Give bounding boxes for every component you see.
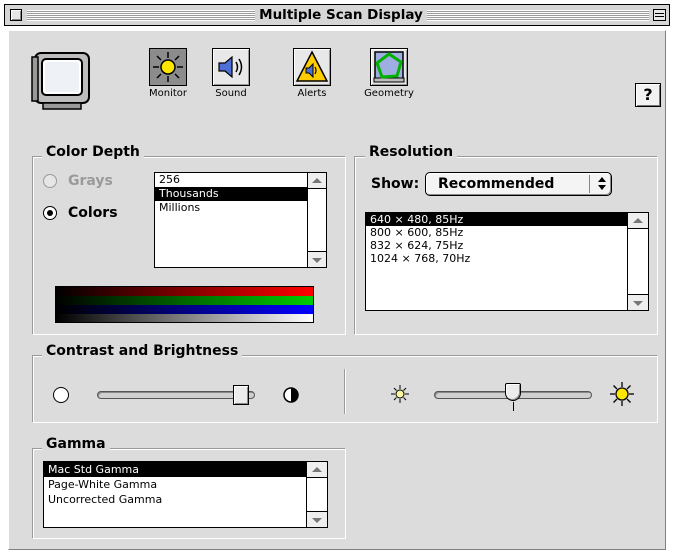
- color-ramp: [55, 286, 314, 323]
- resolution-option[interactable]: 800 × 600, 85Hz: [366, 226, 627, 239]
- color-depth-option[interactable]: Thousands: [155, 187, 307, 201]
- alert-speaker-icon: [293, 48, 331, 86]
- color-depth-scrollbar[interactable]: [307, 173, 326, 267]
- scroll-down-arrow-icon[interactable]: [308, 251, 326, 267]
- colors-radio[interactable]: [43, 206, 57, 220]
- gamma-title: Gamma: [42, 436, 110, 452]
- tool-monitor[interactable]: Monitor: [139, 48, 197, 110]
- colors-label: Colors: [68, 205, 118, 221]
- contrast-brightness-title: Contrast and Brightness: [42, 343, 243, 359]
- gamma-scrollbar[interactable]: [306, 462, 327, 527]
- low-contrast-icon: [53, 387, 69, 403]
- window-title: Multiple Scan Display: [255, 6, 427, 24]
- popup-arrows-icon: [598, 185, 606, 190]
- divider: [344, 369, 345, 414]
- show-popup[interactable]: Recommended: [425, 172, 612, 196]
- title-bar-stripes: [27, 10, 255, 21]
- scroll-down-arrow-icon[interactable]: [307, 511, 327, 527]
- resolution-scrollbar[interactable]: [627, 213, 648, 310]
- close-box[interactable]: [10, 9, 22, 21]
- scroll-up-arrow-icon[interactable]: [307, 462, 327, 478]
- gamma-option[interactable]: Page-White Gamma: [44, 477, 306, 492]
- window: Multiple Scan Display Monitor Sound Aler…: [0, 0, 675, 558]
- tool-sound[interactable]: Sound: [206, 48, 256, 110]
- scroll-down-arrow-icon[interactable]: [628, 294, 648, 310]
- gamma-list[interactable]: Mac Std Gamma Page-White Gamma Uncorrect…: [43, 461, 328, 528]
- high-contrast-icon: [283, 387, 299, 403]
- tool-geometry-label: Geometry: [364, 88, 414, 99]
- control-panel-content: Monitor Sound Alerts Geometry ? Color De…: [8, 30, 666, 550]
- show-popup-value: Recommended: [438, 176, 555, 192]
- grays-label: Grays: [68, 173, 113, 189]
- resolution-option[interactable]: 832 × 624, 75Hz: [366, 239, 627, 252]
- tool-alerts-label: Alerts: [297, 88, 327, 99]
- collapse-box[interactable]: [653, 9, 666, 21]
- color-depth-option[interactable]: 256: [155, 173, 307, 187]
- tool-monitor-label: Monitor: [148, 88, 187, 99]
- brightness-slider-thumb[interactable]: [505, 383, 521, 401]
- show-label: Show:: [371, 176, 420, 192]
- resolution-option[interactable]: 640 × 480, 85Hz: [366, 213, 627, 226]
- color-depth-list[interactable]: 256 Thousands Millions: [154, 172, 327, 268]
- gamma-option[interactable]: Uncorrected Gamma: [44, 492, 306, 507]
- title-bar-stripes: [427, 10, 649, 21]
- tool-sound-label: Sound: [215, 88, 247, 99]
- contrast-brightness-group: [33, 356, 658, 423]
- sun-icon: [149, 48, 187, 86]
- monitor-icon: [29, 51, 93, 113]
- resolution-list[interactable]: 640 × 480, 85Hz 800 × 600, 85Hz 832 × 62…: [365, 212, 649, 311]
- bright-sun-icon: [609, 381, 635, 407]
- contrast-slider-track[interactable]: [97, 391, 255, 399]
- help-button[interactable]: ?: [635, 83, 661, 107]
- speaker-icon: [212, 48, 250, 86]
- geometry-icon: [370, 48, 408, 86]
- color-depth-title: Color Depth: [42, 144, 144, 160]
- brightness-tick-mark: [513, 402, 514, 411]
- color-depth-option[interactable]: Millions: [155, 201, 307, 215]
- tool-alerts[interactable]: Alerts: [287, 48, 337, 110]
- tool-geometry[interactable]: Geometry: [359, 48, 419, 110]
- grays-radio[interactable]: [43, 174, 57, 188]
- scroll-up-arrow-icon[interactable]: [308, 173, 326, 189]
- title-bar[interactable]: Multiple Scan Display: [4, 4, 670, 26]
- contrast-slider-thumb[interactable]: [233, 385, 249, 405]
- dim-sun-icon: [389, 383, 411, 405]
- popup-arrows-icon: [598, 177, 606, 182]
- scroll-up-arrow-icon[interactable]: [628, 213, 648, 229]
- resolution-option[interactable]: 1024 × 768, 70Hz: [366, 252, 627, 265]
- resolution-title: Resolution: [365, 144, 458, 160]
- popup-arrows-icon: [589, 175, 590, 193]
- gamma-option[interactable]: Mac Std Gamma: [44, 462, 306, 477]
